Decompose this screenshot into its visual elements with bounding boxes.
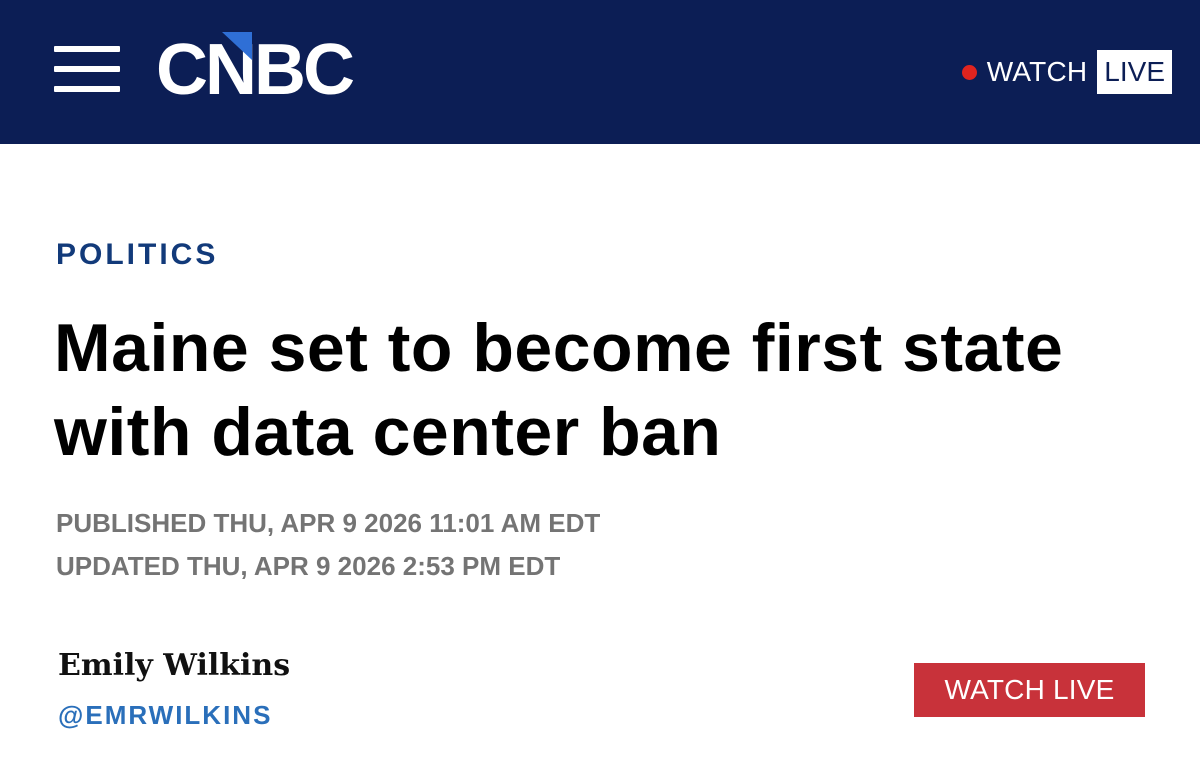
- menu-line: [54, 66, 120, 72]
- author-twitter-handle[interactable]: @EMRWILKINS: [58, 700, 272, 731]
- top-navigation-bar: CNBC WATCH LIVE: [0, 0, 1200, 144]
- logo-accent-icon: [222, 32, 252, 60]
- watch-live-top-button[interactable]: WATCH LIVE: [961, 50, 1172, 94]
- hamburger-menu-icon[interactable]: [54, 46, 120, 92]
- live-badge: LIVE: [1097, 50, 1172, 94]
- menu-line: [54, 46, 120, 52]
- menu-line: [54, 86, 120, 92]
- published-timestamp: PUBLISHED THU, APR 9 2026 11:01 AM EDT: [56, 508, 601, 538]
- author-name[interactable]: Emily Wilkins: [58, 648, 290, 683]
- section-label-politics[interactable]: POLITICS: [56, 238, 218, 272]
- article-page: CNBC WATCH LIVE POLITICS Maine set to be…: [0, 0, 1200, 760]
- updated-timestamp: UPDATED THU, APR 9 2026 2:53 PM EDT: [56, 551, 561, 581]
- cnbc-logo[interactable]: CNBC: [156, 32, 366, 110]
- article-headline: Maine set to become first state with dat…: [54, 310, 1064, 470]
- watch-label: WATCH: [986, 56, 1088, 87]
- watch-live-button[interactable]: WATCH LIVE: [914, 663, 1145, 717]
- logo-text: CNBC: [156, 30, 355, 110]
- live-indicator-icon: [961, 64, 977, 80]
- article-timestamps: PUBLISHED THU, APR 9 2026 11:01 AM EDT U…: [56, 502, 600, 588]
